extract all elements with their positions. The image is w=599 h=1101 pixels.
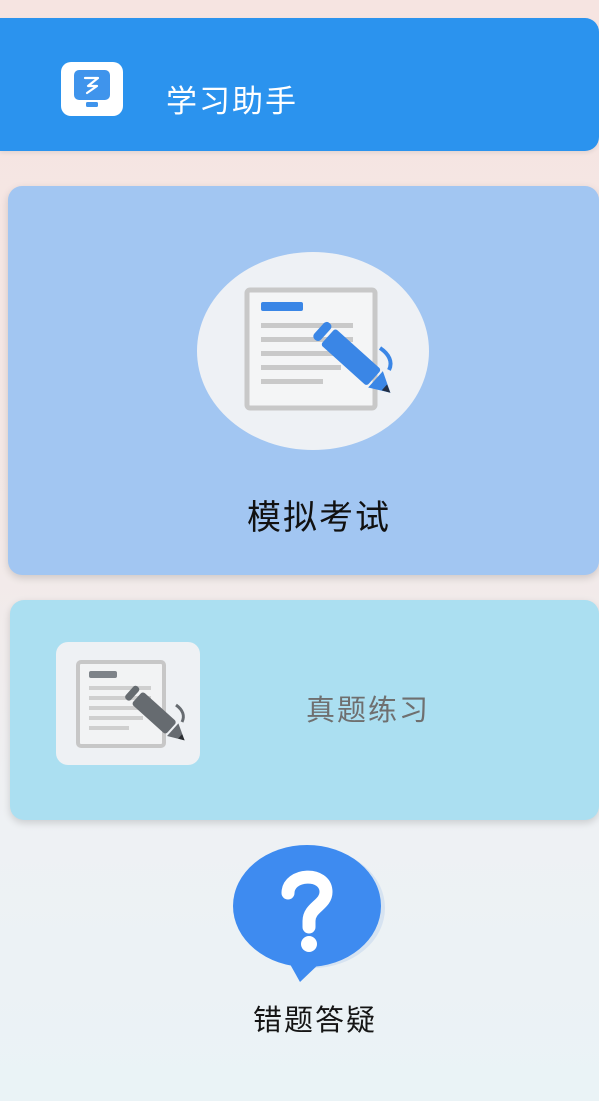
document-pencil-icon (197, 252, 429, 450)
app-title: 学习助手 (166, 84, 298, 120)
wrong-qa-label: 错题答疑 (252, 1003, 377, 1037)
monitor-icon (61, 62, 123, 116)
real-exercise-card[interactable]: 真题练习 (10, 600, 599, 820)
wrong-qa-button[interactable] (226, 845, 392, 985)
app-header: 学习助手 (0, 18, 599, 151)
document-pencil-icon (56, 642, 200, 765)
mock-exam-label: 模拟考试 (247, 498, 391, 538)
question-bubble-icon (233, 845, 385, 982)
real-exercise-label: 真题练习 (306, 693, 431, 727)
mock-exam-card[interactable]: 模拟考试 (8, 186, 599, 575)
